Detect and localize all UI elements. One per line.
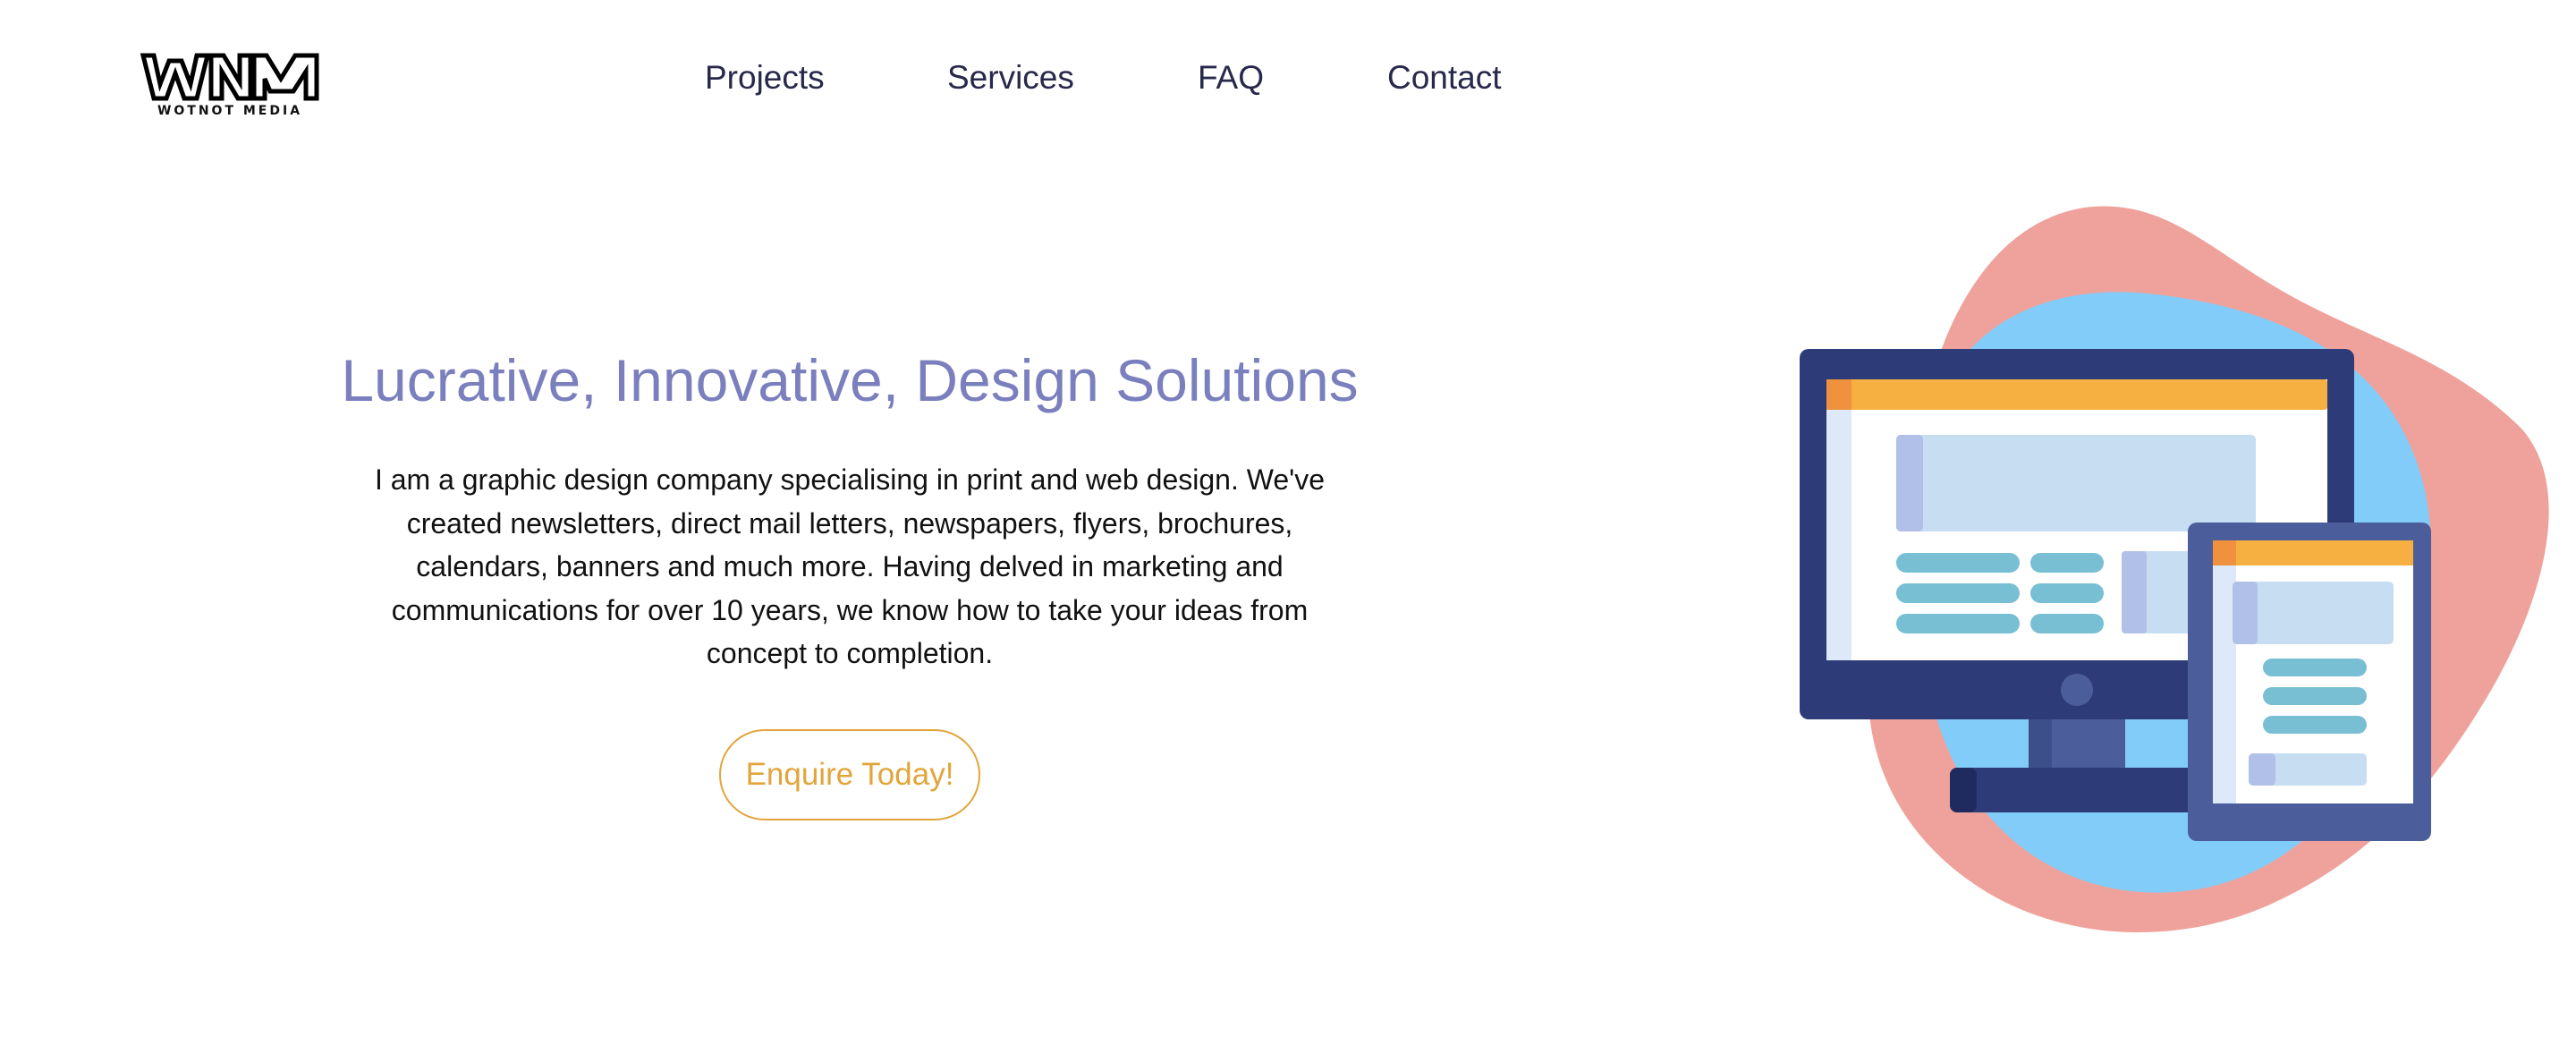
hero-description: I am a graphic design company specialisi… xyxy=(374,463,1326,669)
hero-section: Lucrative, Innovative, Design Solutions … xyxy=(340,340,1360,820)
nav-link-contact[interactable]: Contact xyxy=(1387,59,1502,97)
hero-illustration xyxy=(1789,197,2567,957)
logo[interactable]: WOTNOT MEDIA xyxy=(140,52,320,120)
nav-link-faq[interactable]: FAQ xyxy=(1198,59,1264,97)
responsive-web-design-illustration-icon xyxy=(1800,206,2549,933)
monitor-content-block xyxy=(1896,435,2256,531)
logo-subtitle: WOTNOT MEDIA xyxy=(157,104,303,118)
enquire-button[interactable]: Enquire Today! xyxy=(719,728,980,820)
nav-link-projects[interactable]: Projects xyxy=(705,59,825,97)
page: WOTNOT MEDIA Projects Services FAQ Conta… xyxy=(0,0,2576,1054)
logo-mark-icon xyxy=(140,53,319,101)
hero-title: Lucrative, Innovative, Design Solutions xyxy=(341,347,1359,413)
monitor-power-button xyxy=(2061,674,2093,706)
tablet-title-bar xyxy=(2213,540,2413,565)
nav-link-services[interactable]: Services xyxy=(947,59,1074,97)
monitor-title-bar xyxy=(1826,379,2327,410)
monitor-stand-base xyxy=(1950,768,2200,812)
